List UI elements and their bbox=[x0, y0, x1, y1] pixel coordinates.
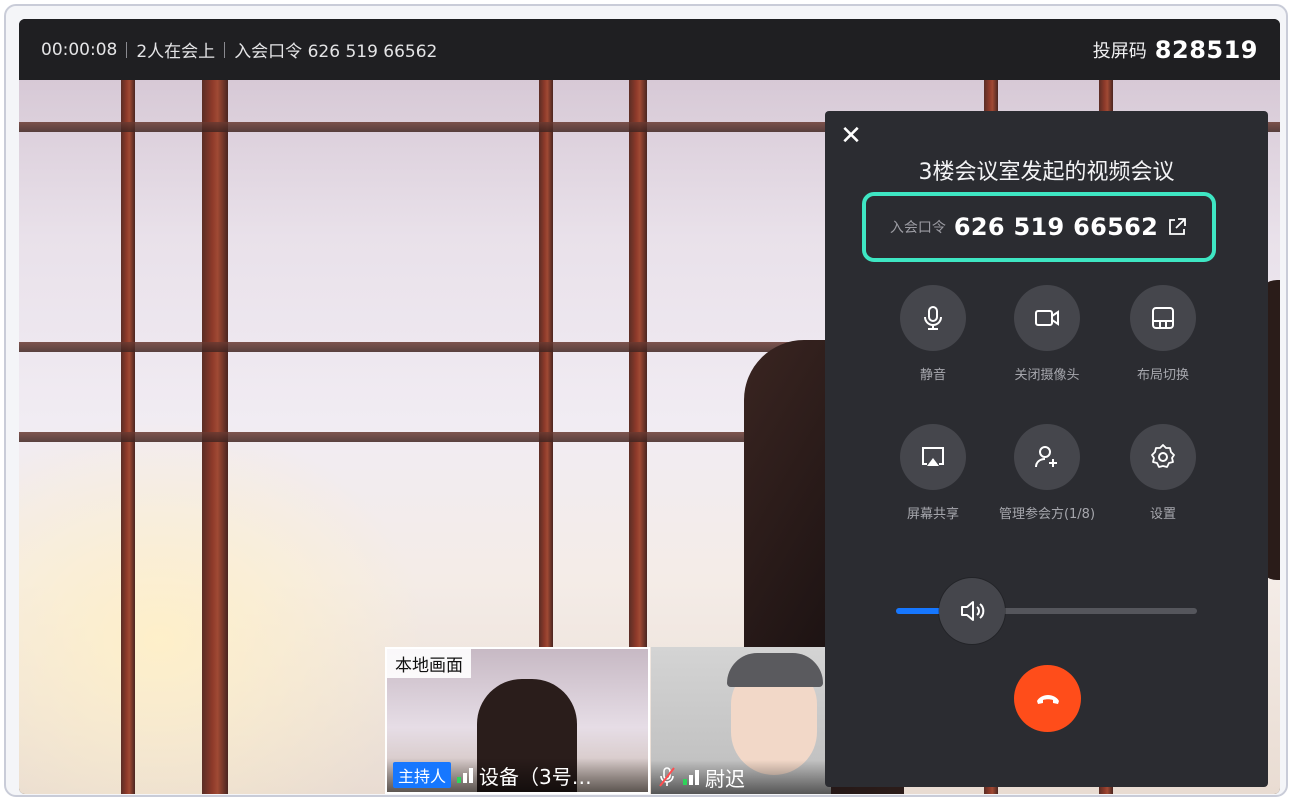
phone-hangup-icon bbox=[1036, 694, 1059, 704]
cast-code-label: 投屏码 bbox=[1092, 40, 1147, 62]
meeting-control-panel: ✕ 3楼会议室发起的视频会议 入会口令 626 519 66562 静音 关闭摄… bbox=[825, 111, 1268, 787]
remote-video-info: 尉迟 bbox=[651, 760, 831, 794]
passcode-box: 入会口令 626 519 66562 bbox=[862, 192, 1216, 262]
passcode-value: 626 519 66562 bbox=[953, 213, 1159, 241]
cast-code-value: 828519 bbox=[1154, 35, 1258, 64]
camera-button-circle[interactable] bbox=[1014, 285, 1080, 351]
signal-strength-icon bbox=[457, 767, 474, 783]
add-participant-icon bbox=[1035, 446, 1057, 468]
settings-button-circle[interactable] bbox=[1130, 424, 1196, 490]
screen-share-button-circle[interactable] bbox=[900, 424, 966, 490]
mute-button-circle[interactable] bbox=[900, 285, 966, 351]
volume-knob[interactable] bbox=[939, 578, 1006, 644]
mute-label: 静音 bbox=[919, 368, 946, 383]
remote-participant-cap bbox=[727, 653, 823, 687]
mute-button[interactable]: 静音 bbox=[873, 285, 993, 383]
hang-up-button[interactable] bbox=[1014, 665, 1081, 732]
screen-share-label: 屏幕共享 bbox=[906, 507, 959, 522]
layout-button-circle[interactable] bbox=[1130, 285, 1196, 351]
meeting-title: 3楼会议室发起的视频会议 bbox=[918, 160, 1175, 185]
local-video-info: 主持人 设备（3号… bbox=[387, 758, 648, 792]
volume-slider[interactable] bbox=[896, 578, 1197, 644]
divider bbox=[126, 41, 128, 58]
screen-share-button[interactable]: 屏幕共享 bbox=[873, 424, 993, 522]
divider bbox=[224, 41, 226, 58]
meeting-duration: 00:00:08 bbox=[41, 39, 118, 60]
speaker-icon bbox=[961, 601, 985, 621]
manage-participants-button[interactable]: 管理参会方(1/8) bbox=[987, 424, 1107, 522]
camera-off-label: 关闭摄像头 bbox=[1014, 368, 1080, 383]
meeting-info: 00:00:08 2人在会上 入会口令 626 519 66562 bbox=[41, 19, 437, 80]
manage-participants-button-circle[interactable] bbox=[1014, 424, 1080, 490]
gear-icon bbox=[1151, 444, 1175, 468]
manage-participants-label: 管理参会方(1/8) bbox=[998, 507, 1096, 522]
local-device-name: 设备（3号… bbox=[479, 764, 592, 789]
camera-icon bbox=[1035, 310, 1059, 326]
signal-strength-icon bbox=[683, 769, 699, 785]
meeting-passcode-text: 入会口令 626 519 66562 bbox=[234, 42, 438, 62]
remote-participant-name: 尉迟 bbox=[705, 766, 745, 791]
layout-switch-button[interactable]: 布局切换 bbox=[1103, 285, 1223, 383]
close-icon[interactable]: ✕ bbox=[839, 121, 863, 151]
microphone-icon bbox=[924, 306, 942, 330]
share-link-icon[interactable] bbox=[1166, 216, 1188, 238]
mic-muted-icon bbox=[659, 767, 675, 787]
meeting-screen: 00:00:08 2人在会上 入会口令 626 519 66562 投屏码 82… bbox=[19, 19, 1280, 794]
cast-code-area: 投屏码 828519 bbox=[1093, 19, 1258, 80]
screen-share-icon bbox=[922, 447, 944, 466]
remote-video-thumbnail[interactable]: 尉迟 bbox=[651, 647, 831, 794]
participant-count: 2人在会上 bbox=[136, 42, 216, 62]
local-video-thumbnail[interactable]: 本地画面 主持人 设备（3号… bbox=[385, 647, 650, 794]
camera-off-button[interactable]: 关闭摄像头 bbox=[987, 285, 1107, 383]
settings-button[interactable]: 设置 bbox=[1103, 424, 1223, 522]
settings-label: 设置 bbox=[1149, 507, 1176, 522]
host-badge: 主持人 bbox=[393, 762, 452, 788]
layout-switch-label: 布局切换 bbox=[1136, 368, 1189, 383]
meeting-status-bar: 00:00:08 2人在会上 入会口令 626 519 66562 投屏码 82… bbox=[19, 19, 1280, 80]
passcode-label: 入会口令 bbox=[889, 220, 946, 236]
layout-icon bbox=[1152, 307, 1174, 329]
local-video-label: 本地画面 bbox=[387, 649, 471, 678]
